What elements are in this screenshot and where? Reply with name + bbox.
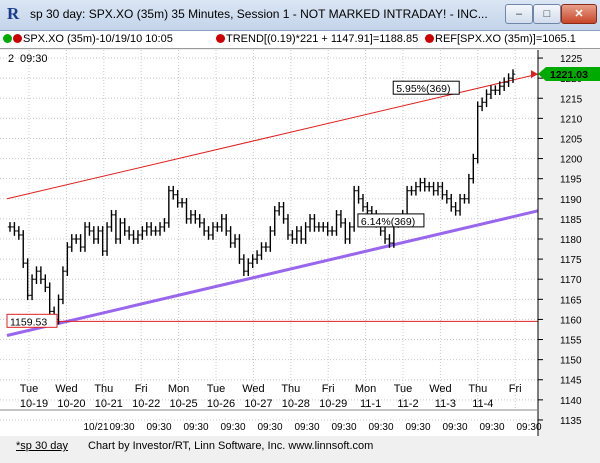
subheader-index: 2 (8, 53, 14, 65)
date-label: 10-21 (95, 398, 123, 410)
time-axis-label: 09:30 (442, 422, 467, 433)
y-tick-label: 1200 (560, 155, 583, 166)
support-price-label: 1159.53 (10, 316, 47, 328)
trend-legend[interactable]: TREND[(0.19)*221 + 1147.91]=1188.85 (216, 33, 418, 45)
y-tick-label: 1145 (560, 376, 582, 387)
symbol-legend[interactable]: SPX.XO (35m)-10/19/10 10:05 (3, 33, 173, 45)
date-label: 11-4 (472, 398, 493, 410)
indicator-toolbar: SPX.XO (35m)-10/19/10 10:05 TREND[(0.19)… (0, 31, 600, 49)
annotation-label: 5.95%(369) (396, 83, 450, 95)
day-of-week-label: Thu (281, 383, 300, 395)
time-axis-label: 09:30 (331, 422, 356, 433)
date-label: 10-22 (132, 398, 160, 410)
day-of-week-label: Tue (394, 383, 413, 395)
day-of-week-label: Thu (94, 383, 113, 395)
day-of-week-label: Mon (168, 383, 189, 395)
footer: *sp 30 day Chart by Investor/RT, Linn So… (0, 436, 600, 463)
app-icon: R (7, 4, 20, 23)
date-label: 11-2 (397, 398, 418, 410)
time-axis-label: 09:30 (109, 422, 134, 433)
date-label: 10-25 (170, 398, 198, 410)
time-axis-label: 09:30 (183, 422, 208, 433)
time-axis-label: 09:30 (146, 422, 171, 433)
day-of-week-label: Wed (429, 383, 451, 395)
time-axis-label: 09:30 (220, 422, 245, 433)
red-dot-icon (13, 34, 22, 43)
close-button[interactable]: ✕ (561, 4, 597, 24)
y-tick-label: 1170 (560, 275, 582, 286)
date-label: 10-26 (207, 398, 235, 410)
day-of-week-label: Thu (468, 383, 487, 395)
date-label: 11-1 (360, 398, 381, 410)
time-axis-label: 10/21 (83, 422, 108, 433)
day-of-week-label: Fri (509, 383, 522, 395)
maximize-button[interactable]: □ (533, 4, 561, 24)
day-of-week-label: Tue (20, 383, 39, 395)
ref-label: REF[SPX.XO (35m)]=1065.1 (435, 33, 576, 45)
day-of-week-label: Wed (242, 383, 264, 395)
time-axis-label: 09:30 (479, 422, 504, 433)
time-axis-label: 09:30 (257, 422, 282, 433)
subheader-time: 09:30 (20, 53, 48, 65)
y-tick-label: 1140 (560, 396, 582, 407)
y-tick-label: 1215 (560, 94, 583, 105)
y-tick-label: 1190 (560, 195, 582, 206)
symbol-label: SPX.XO (35m)-10/19/10 10:05 (23, 33, 173, 45)
y-tick-label: 1185 (560, 215, 582, 226)
date-label: 11-3 (435, 398, 456, 410)
credit-text: Chart by Investor/RT, Linn Software, Inc… (88, 440, 374, 452)
y-tick-label: 1165 (560, 295, 582, 306)
chart-tab[interactable]: *sp 30 day (16, 440, 68, 452)
day-of-week-label: Fri (135, 383, 148, 395)
day-of-week-label: Tue (207, 383, 226, 395)
day-of-week-label: Wed (55, 383, 77, 395)
time-axis-label: 09:30 (368, 422, 393, 433)
current-price-label: 1221.03 (550, 69, 588, 81)
y-tick-label: 1160 (560, 315, 582, 326)
y-tick-label: 1175 (560, 255, 582, 266)
y-tick-label: 1155 (560, 336, 582, 347)
y-tick-label: 1205 (560, 134, 583, 145)
date-label: 10-29 (319, 398, 347, 410)
y-tick-label: 1195 (560, 175, 582, 186)
minimize-button[interactable]: – (505, 4, 533, 24)
day-of-week-label: Mon (355, 383, 376, 395)
green-dot-icon (3, 34, 12, 43)
trend-label: TREND[(0.19)*221 + 1147.91]=1188.85 (226, 33, 419, 45)
title-bar: R sp 30 day: SPX.XO (35m) 35 Minutes, Se… (0, 0, 600, 31)
y-tick-label: 1135 (560, 416, 582, 427)
red-dot-icon (425, 34, 434, 43)
date-label: 10-27 (244, 398, 272, 410)
y-tick-label: 1180 (560, 235, 582, 246)
red-dot-icon (216, 34, 225, 43)
date-label: 10-28 (282, 398, 310, 410)
date-label: 10-20 (57, 398, 85, 410)
time-axis-label: 09:30 (294, 422, 319, 433)
y-tick-label: 1225 (560, 54, 583, 65)
price-chart[interactable]: 1135 1140 1145 1150 1155 1160 1165 1170 1175 1180… (0, 50, 600, 436)
window-title: sp 30 day: SPX.XO (35m) 35 Minutes, Sess… (30, 7, 488, 21)
time-axis-label: 09:30 (405, 422, 430, 433)
date-label: 10-19 (20, 398, 48, 410)
time-axis-label: 09:30 (516, 422, 541, 433)
annotation-label: 6.14%(369) (361, 216, 415, 228)
y-tick-label: 1210 (560, 114, 583, 125)
ref-legend[interactable]: REF[SPX.XO (35m)]=1065.1 (425, 33, 576, 45)
y-tick-label: 1150 (560, 356, 582, 367)
day-of-week-label: Fri (322, 383, 335, 395)
